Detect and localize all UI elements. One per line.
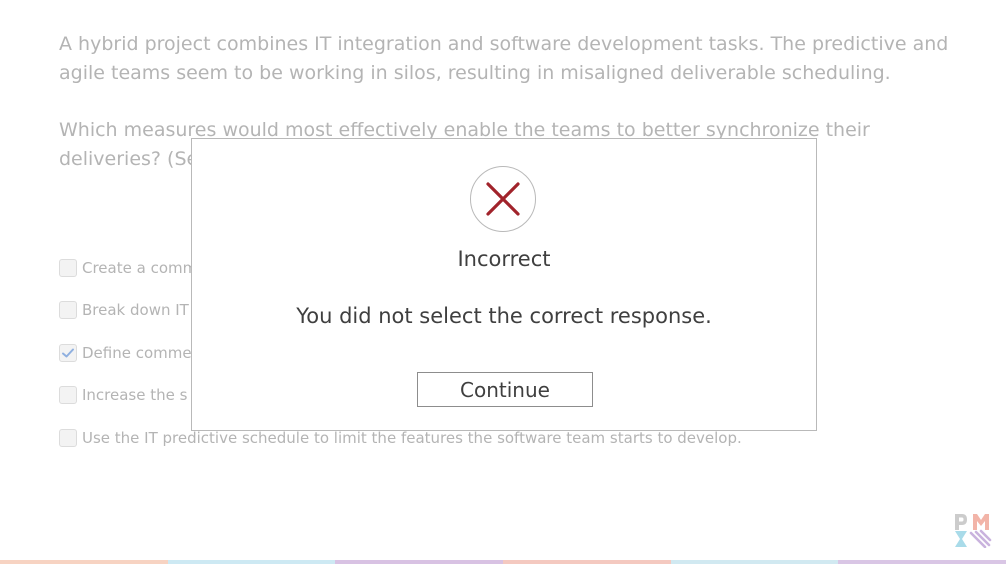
continue-button[interactable]: Continue (417, 372, 593, 407)
checkbox[interactable] (59, 386, 77, 404)
checkbox[interactable] (59, 301, 77, 319)
dialog-message: You did not select the correct response. (296, 304, 712, 328)
answer-option-label: Increase the s (82, 386, 188, 404)
dialog-title: Incorrect (457, 247, 551, 271)
checkbox[interactable] (59, 344, 77, 362)
answer-option-label: Break down IT (82, 301, 189, 319)
answer-option[interactable]: Break down IT (59, 299, 189, 321)
answer-option[interactable]: Increase the s (59, 384, 187, 406)
feedback-dialog: Incorrect You did not select the correct… (191, 138, 817, 431)
answer-option-label: Define comme (82, 344, 192, 362)
progress-bar (0, 560, 1006, 564)
answer-option[interactable]: Define comme (59, 342, 192, 364)
incorrect-icon (470, 166, 536, 232)
question-scenario: A hybrid project combines IT integration… (59, 33, 949, 84)
checkbox[interactable] (59, 429, 77, 447)
x-icon (486, 182, 520, 216)
answer-option-label: Create a comm (82, 259, 198, 277)
checkmark-icon (62, 348, 74, 358)
pmi-logo-icon (955, 514, 992, 548)
answer-option[interactable]: Create a comm (59, 257, 197, 279)
checkbox[interactable] (59, 259, 77, 277)
